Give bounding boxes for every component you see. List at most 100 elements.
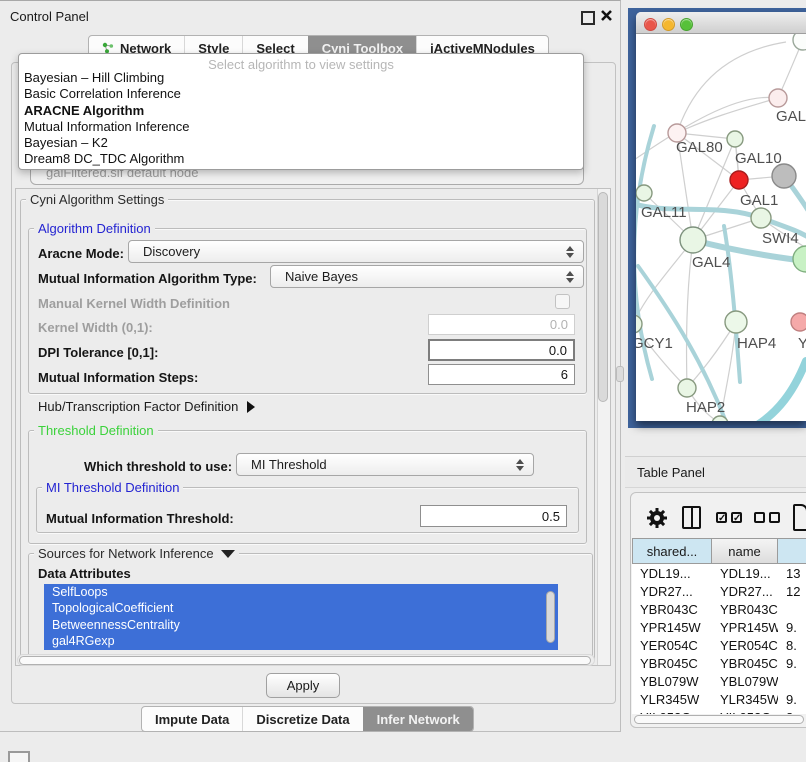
dropdown-item-bayesian-k2[interactable]: Bayesian – K2 [24, 135, 578, 151]
table-cell: YDR27... [712, 584, 778, 599]
sources-group-title: Sources for Network Inference [38, 546, 214, 561]
table-row[interactable]: YLR345WYLR345W9. [632, 690, 806, 708]
float-window-icon[interactable] [581, 11, 595, 25]
node-label-hap4: HAP4 [737, 335, 776, 352]
column-header-a[interactable]: A [778, 538, 806, 564]
manual-kernel-label: Manual Kernel Width Definition [38, 296, 230, 311]
table-cell: 8. [778, 710, 806, 715]
hub-definition-toggle[interactable]: Hub/Transcription Factor Definition [38, 399, 255, 414]
table-row[interactable]: YDR27...YDR27...12 [632, 582, 806, 600]
gear-icon[interactable] [646, 507, 668, 529]
sources-group-toggle[interactable]: Sources for Network Inference [34, 546, 239, 561]
column-header-shared[interactable]: shared... [632, 538, 712, 564]
table-row[interactable]: YBL079WYBL079W [632, 672, 806, 690]
dpi-tolerance-label: DPI Tolerance [0,1]: [38, 345, 158, 360]
attribute-item-betweennesscentrality[interactable]: BetweennessCentrality [44, 617, 558, 633]
network-node-swi4[interactable] [751, 208, 771, 228]
aracne-mode-label: Aracne Mode: [38, 246, 124, 261]
table-row[interactable]: YER054CYER054C8. [632, 636, 806, 654]
network-node-gal4[interactable] [680, 227, 706, 253]
combo-spinner-icon [566, 271, 574, 283]
data-attributes-list[interactable]: SelfLoopsTopologicalCoefficientBetweenne… [44, 584, 558, 650]
screen: Control Panel galFiltered.sif default no… [0, 0, 806, 762]
node-label-gal1: GAL1 [740, 192, 778, 209]
network-node-gal1[interactable] [730, 171, 748, 189]
table-horizontal-scrollbar-thumb[interactable] [634, 715, 804, 724]
combo-spinner-icon [566, 246, 574, 258]
node-label-gal80: GAL80 [676, 139, 723, 156]
algorithm-dropdown-list: Bayesian – Hill ClimbingBasic Correlatio… [24, 70, 578, 168]
table-row[interactable]: YDL19...YDL19...13 [632, 564, 806, 582]
dropdown-item-dream8-dc-tdc-algorithm[interactable]: Dream8 DC_TDC Algorithm [24, 151, 578, 167]
network-node[interactable] [772, 164, 796, 188]
table-row[interactable]: YBR045CYBR045C9. [632, 654, 806, 672]
chevron-down-icon [221, 550, 235, 558]
mi-threshold-field[interactable]: 0.5 [420, 505, 567, 527]
unchecked-columns-icon[interactable] [754, 512, 780, 523]
control-panel-title: Control Panel [10, 9, 89, 24]
network-node[interactable] [793, 34, 806, 50]
close-traffic-light-icon[interactable] [644, 18, 657, 31]
tab-impute-data[interactable]: Impute Data [142, 707, 242, 731]
table-row[interactable]: YPR145WYPR145W9. [632, 618, 806, 636]
table-cell: YIL052C [712, 710, 778, 715]
minimize-traffic-light-icon[interactable] [662, 18, 675, 31]
close-icon[interactable] [600, 9, 613, 22]
settings-vertical-scrollbar-thumb[interactable] [598, 192, 608, 402]
network-node-gal11[interactable] [636, 185, 652, 201]
attribute-item-selfloops[interactable]: SelfLoops [44, 584, 558, 600]
table-cell: YBL079W [712, 674, 778, 689]
attribute-item-gal4rgexp[interactable]: gal4RGexp [44, 633, 558, 649]
which-threshold-value: MI Threshold [251, 457, 327, 472]
table-cell: YBR043C [632, 602, 712, 617]
table-cell: YBR043C [712, 602, 778, 617]
table-cell: 12 [778, 584, 806, 599]
network-canvas[interactable]: GAL7GAL80GAL10GAL1SWI4GAL11GAL4GCY1HAP4Y… [636, 34, 806, 421]
settings-horizontal-scrollbar-thumb[interactable] [19, 656, 591, 665]
algorithm-definition-title: Algorithm Definition [34, 221, 155, 236]
zoom-traffic-light-icon[interactable] [680, 18, 693, 31]
aracne-mode-combobox[interactable]: Discovery [128, 240, 584, 263]
network-node[interactable] [793, 246, 806, 272]
dropdown-item-aracne-algorithm[interactable]: ARACNE Algorithm [24, 103, 578, 119]
dropdown-item-bayesian-hill-climbing[interactable]: Bayesian – Hill Climbing [24, 70, 578, 86]
network-node-hap4[interactable] [725, 311, 747, 333]
network-node-hap2[interactable] [678, 379, 696, 397]
table-row[interactable]: YBR043CYBR043C [632, 600, 806, 618]
list-vertical-scrollbar-thumb[interactable] [546, 591, 555, 643]
panel-splitter-handle[interactable] [616, 366, 624, 382]
table-body: YDL19...YDL19...13YDR27...YDR27...12YBR0… [632, 564, 806, 714]
column-header-name[interactable]: name [712, 538, 778, 564]
tab-discretize-data[interactable]: Discretize Data [242, 707, 362, 731]
cyni-settings-group-title: Cyni Algorithm Settings [26, 192, 168, 207]
dropdown-item-mutual-information-inference[interactable]: Mutual Information Inference [24, 119, 578, 135]
split-columns-icon[interactable] [682, 506, 701, 529]
dpi-tolerance-field[interactable]: 0.0 [428, 339, 575, 361]
node-label-gal4: GAL4 [692, 254, 730, 271]
apply-button[interactable]: Apply [266, 673, 340, 698]
table-cell: YDL19... [632, 566, 712, 581]
mi-threshold-label: Mutual Information Threshold: [46, 511, 234, 526]
table-cell: YER054C [632, 638, 712, 653]
node-label-gal10: GAL10 [735, 150, 782, 167]
mi-type-combobox[interactable]: Naive Bayes [270, 265, 584, 288]
checked-columns-icon[interactable]: ✓✓ [716, 512, 742, 523]
network-node-gal7[interactable] [769, 89, 787, 107]
document-icon[interactable] [793, 504, 806, 531]
network-node-y[interactable] [791, 313, 806, 331]
kernel-width-field: 0.0 [428, 314, 575, 335]
table-cell: YDL19... [712, 566, 778, 581]
hub-definition-label: Hub/Transcription Factor Definition [38, 399, 238, 414]
table-cell: 13 [778, 566, 806, 581]
table-row[interactable]: YIL052CYIL052C8. [632, 708, 806, 714]
tab-infer-network[interactable]: Infer Network [363, 707, 473, 731]
mi-type-value: Naive Bayes [285, 269, 358, 284]
dropdown-item-basic-correlation-inference[interactable]: Basic Correlation Inference [24, 86, 578, 102]
table-cell: YPR145W [712, 620, 778, 635]
table-cell: YBL079W [632, 674, 712, 689]
node-label-swi4: SWI4 [762, 230, 799, 247]
mi-steps-field[interactable]: 6 [428, 364, 575, 385]
attribute-item-topologicalcoefficient[interactable]: TopologicalCoefficient [44, 600, 558, 616]
which-threshold-combobox[interactable]: MI Threshold [236, 453, 534, 476]
network-node-gal10[interactable] [727, 131, 743, 147]
